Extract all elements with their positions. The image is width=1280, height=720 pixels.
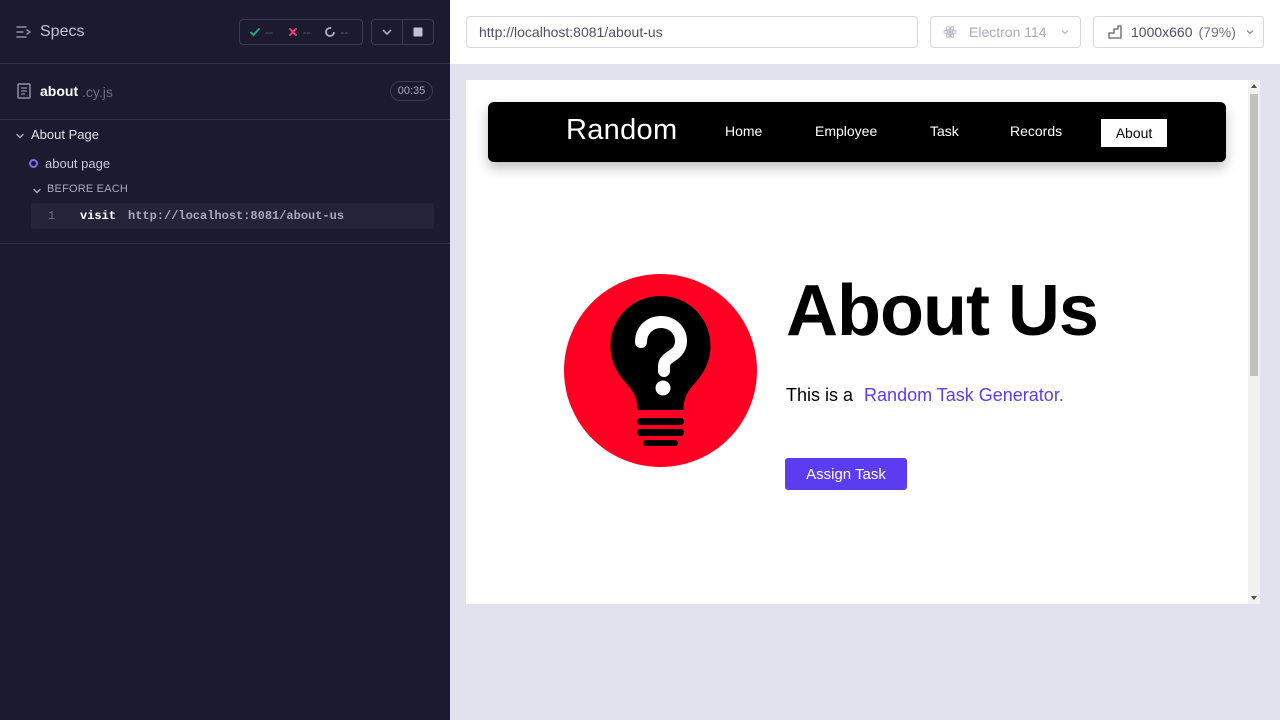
- run-duration: 00:35: [390, 81, 433, 101]
- nav-employee[interactable]: Employee: [815, 123, 877, 139]
- passed-count: --: [265, 25, 273, 39]
- specs-list-icon[interactable]: [16, 24, 32, 40]
- assign-task-button[interactable]: Assign Task: [785, 458, 907, 490]
- suite-title[interactable]: About Page: [31, 127, 99, 142]
- question-bulb-logo: [564, 274, 757, 467]
- viewport-selector[interactable]: 1000x660 (79%): [1093, 16, 1264, 48]
- pending-icon: [325, 27, 336, 37]
- command-name: visit: [80, 209, 117, 223]
- check-icon: [250, 28, 260, 37]
- scroll-down-arrow[interactable]: [1251, 596, 1257, 600]
- browser-name: Electron 114: [969, 24, 1047, 40]
- run-controls: [371, 19, 434, 45]
- command-row[interactable]: 1 visit http://localhost:8081/about-us: [31, 203, 434, 229]
- app-scrollbar[interactable]: [1248, 80, 1260, 604]
- spec-file-name: about: [40, 83, 79, 99]
- intro-prefix: This is a: [786, 385, 854, 405]
- page-title: About Us: [786, 271, 1099, 351]
- electron-icon: [943, 26, 957, 38]
- hook-title[interactable]: BEFORE EACH: [47, 183, 128, 195]
- test-stats: -- -- --: [239, 19, 363, 45]
- intro-highlight: Random Task Generator.: [864, 385, 1064, 405]
- spec-file-ext: .cy.js: [82, 84, 113, 100]
- command-message: http://localhost:8081/about-us: [128, 209, 345, 223]
- chevron-down-icon[interactable]: [15, 131, 25, 141]
- running-status-icon: [29, 159, 38, 168]
- nav-about[interactable]: About: [1101, 119, 1167, 147]
- brand-logo[interactable]: Random: [566, 114, 677, 147]
- scroll-up-arrow[interactable]: [1251, 84, 1257, 88]
- preview-toolbar: http://localhost:8081/about-us Electron …: [450, 0, 1280, 64]
- x-icon: [288, 28, 297, 36]
- chevron-down-icon: [382, 29, 392, 36]
- test-title[interactable]: about page: [45, 156, 110, 171]
- nav-task[interactable]: Task: [930, 123, 959, 139]
- passed-stat: --: [249, 25, 287, 39]
- pending-stat: --: [324, 25, 362, 39]
- chevron-down-icon: [1061, 30, 1069, 35]
- app-navbar: Random Home Employee Task Records About: [488, 102, 1226, 162]
- chevron-down-icon: [1246, 30, 1254, 35]
- specs-label[interactable]: Specs: [40, 23, 84, 41]
- chevron-down-icon[interactable]: [32, 186, 42, 196]
- command-number: 1: [48, 209, 56, 223]
- divider: [0, 243, 450, 244]
- reporter-panel: Specs -- -- -- about .cy.js 00:35 About …: [0, 0, 450, 720]
- failed-stat: --: [287, 25, 325, 39]
- app-frame: Random Home Employee Task Records About …: [466, 80, 1260, 604]
- stop-icon: [413, 27, 423, 37]
- preview-panel: http://localhost:8081/about-us Electron …: [450, 0, 1280, 720]
- stop-button[interactable]: [402, 20, 433, 44]
- failed-count: --: [302, 25, 311, 39]
- expand-button[interactable]: [372, 20, 402, 44]
- zoom-level: (79%): [1198, 24, 1236, 40]
- nav-records[interactable]: Records: [1010, 123, 1062, 139]
- intro-text: This is a Random Task Generator.: [786, 385, 1064, 406]
- specs-header: Specs -- -- --: [0, 0, 450, 64]
- viewport-size: 1000x660: [1131, 24, 1193, 40]
- document-icon: [17, 83, 31, 99]
- browser-selector[interactable]: Electron 114: [930, 16, 1081, 48]
- pending-count: --: [340, 25, 349, 39]
- nav-home[interactable]: Home: [725, 123, 762, 139]
- scrollbar-thumb[interactable]: [1250, 94, 1258, 376]
- url-bar[interactable]: http://localhost:8081/about-us: [466, 16, 918, 48]
- viewport-icon: [1108, 25, 1122, 39]
